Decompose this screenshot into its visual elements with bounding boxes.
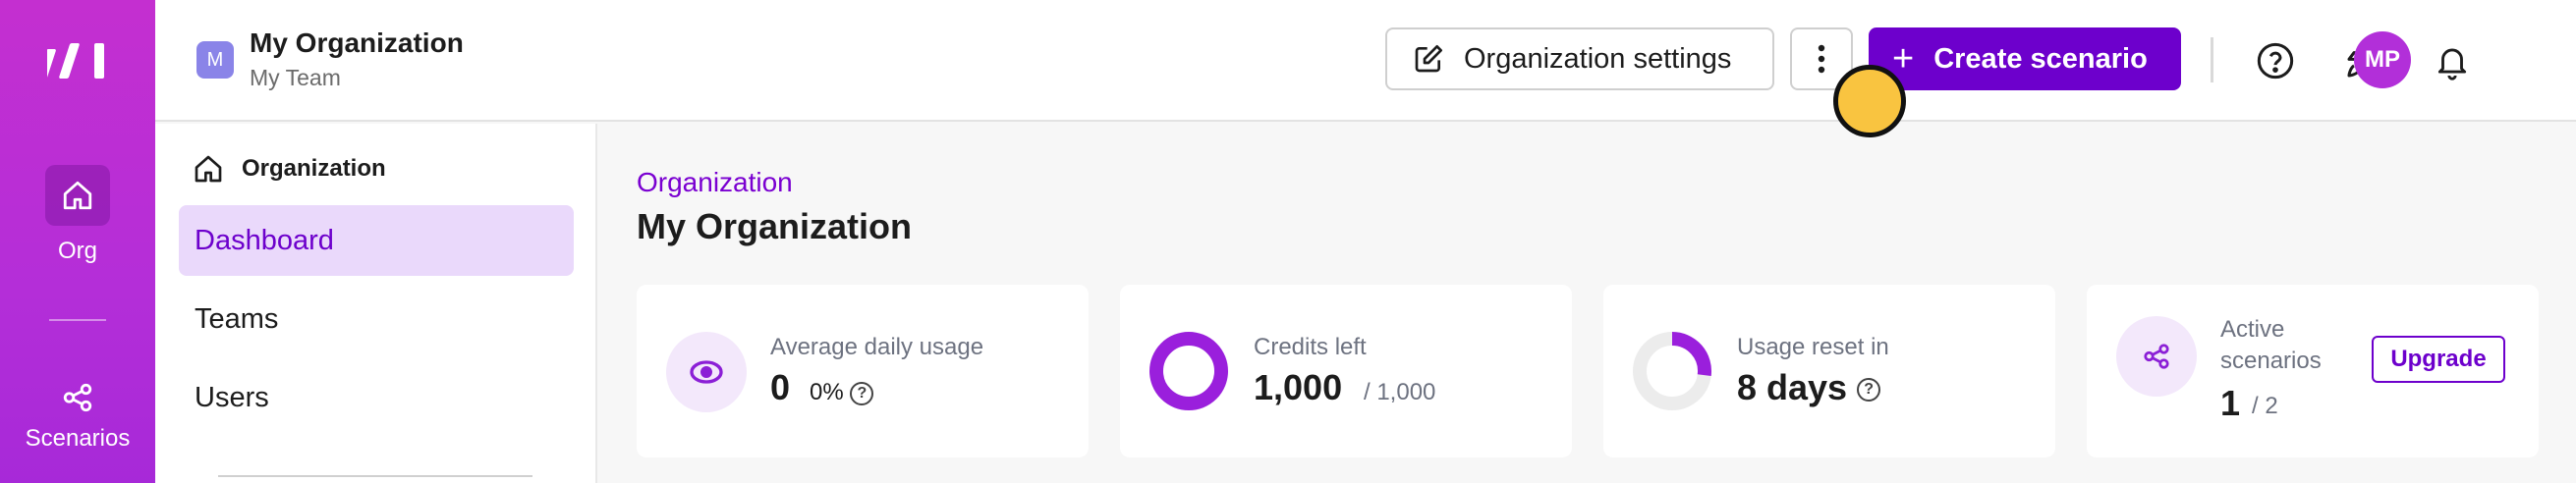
subnav-item-users[interactable]: Users xyxy=(179,362,574,433)
rail-item-scenarios[interactable]: Scenarios xyxy=(0,381,155,453)
main-rail: Org Scenarios xyxy=(0,0,155,483)
upgrade-button[interactable]: Upgrade xyxy=(2372,336,2505,383)
organization-settings-button[interactable]: Organization settings xyxy=(1385,27,1774,90)
help-icon[interactable]: ? xyxy=(850,381,874,405)
card-value: 1,000 xyxy=(1254,367,1343,407)
subnav-divider xyxy=(218,475,532,477)
credits-ring-icon xyxy=(1149,332,1228,410)
help-icon[interactable]: ? xyxy=(1857,378,1881,402)
scenarios-icon-badge xyxy=(2116,316,2197,397)
subnav-heading-label: Organization xyxy=(242,155,386,182)
subnav-item-label: Dashboard xyxy=(195,224,334,256)
card-label: Credits left xyxy=(1254,334,1367,360)
card-value: 0 xyxy=(770,367,791,407)
top-bar: M My Organization My Team Organization s… xyxy=(155,0,2576,122)
user-avatar[interactable]: MP xyxy=(2354,31,2411,88)
usage-icon-badge xyxy=(666,332,747,412)
cursor-indicator xyxy=(1833,65,1906,137)
subnav-item-label: Teams xyxy=(195,302,279,335)
subnav-item-dashboard[interactable]: Dashboard xyxy=(179,205,574,276)
help-button[interactable] xyxy=(2254,39,2297,82)
card-value: 1 xyxy=(2220,383,2241,423)
home-icon xyxy=(195,155,222,183)
share-nodes-icon xyxy=(2144,344,2169,369)
edit-icon xyxy=(1415,45,1442,73)
card-label-line: Active xyxy=(2220,316,2285,343)
average-daily-usage-card: Average daily usage 0 0% ? xyxy=(637,285,1089,457)
notifications-button[interactable] xyxy=(2431,39,2474,82)
make-logo-icon[interactable] xyxy=(47,41,108,80)
card-label: Average daily usage xyxy=(770,334,984,360)
scenarios-total: / 2 xyxy=(2252,393,2278,419)
create-scenario-button[interactable]: + Create scenario xyxy=(1869,27,2181,90)
usage-reset-card: Usage reset in 8 days ? xyxy=(1603,285,2055,457)
rail-item-org[interactable]: Org xyxy=(0,165,155,265)
rail-divider xyxy=(49,319,106,321)
reset-progress-arc xyxy=(1671,332,1711,377)
kebab-menu-icon xyxy=(1818,44,1825,74)
share-nodes-icon xyxy=(63,383,92,412)
bell-icon xyxy=(2437,48,2467,80)
help-icon xyxy=(2257,42,2294,80)
credits-total: / 1,000 xyxy=(1364,379,1436,405)
card-value: 8 days xyxy=(1737,367,1848,407)
subnav-heading: Organization xyxy=(193,153,386,185)
credits-left-card: Credits left 1,000 / 1,000 xyxy=(1120,285,1572,457)
header-divider xyxy=(2211,37,2213,82)
card-label: Usage reset in xyxy=(1737,334,1889,360)
create-scenario-label: Create scenario xyxy=(1933,42,2148,75)
reset-progress-ring xyxy=(1633,332,1711,410)
card-label-line: scenarios xyxy=(2220,348,2322,374)
subnav-item-label: Users xyxy=(195,381,269,413)
home-icon xyxy=(63,181,92,210)
reset-value-row: 8 days ? xyxy=(1737,367,1881,408)
organization-subnav: Organization Dashboard Teams Users xyxy=(155,124,597,483)
rail-item-label: Scenarios xyxy=(25,425,131,452)
breadcrumb[interactable]: Organization xyxy=(637,167,793,198)
usage-percent: 0% ? xyxy=(810,379,874,406)
usage-percent-value: 0% xyxy=(810,379,844,405)
card-label: Active scenarios xyxy=(2220,314,2322,377)
subnav-item-teams[interactable]: Teams xyxy=(179,284,574,354)
page-title: My Organization xyxy=(637,206,913,246)
org-name[interactable]: My Organization xyxy=(250,27,464,59)
organization-settings-label: Organization settings xyxy=(1464,42,1732,75)
usage-eye-icon xyxy=(690,360,723,384)
plus-icon: + xyxy=(1892,38,1915,80)
org-avatar[interactable]: M xyxy=(196,41,234,79)
team-name[interactable]: My Team xyxy=(250,65,341,91)
rail-item-label: Org xyxy=(57,238,97,264)
